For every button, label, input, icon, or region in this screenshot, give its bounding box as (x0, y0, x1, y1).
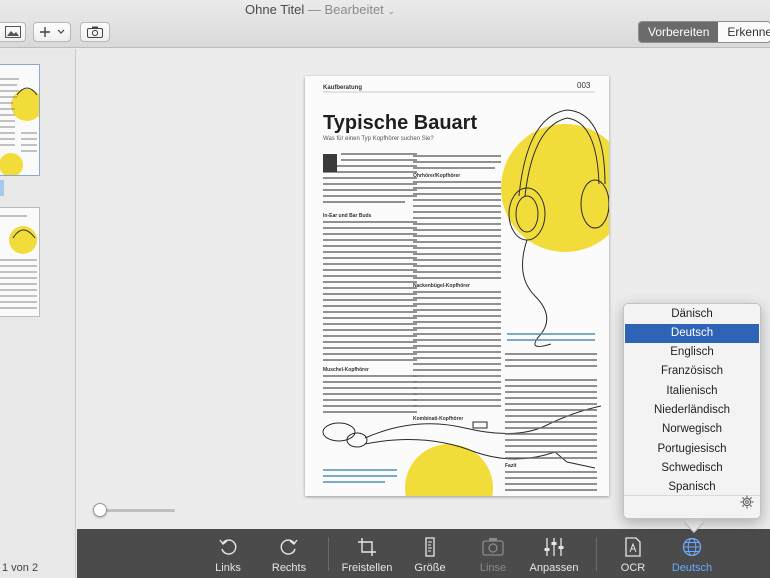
ocr-label: OCR (620, 562, 646, 574)
title-separator: — (304, 2, 325, 17)
zoom-slider-track[interactable] (95, 509, 175, 512)
bottom-toolbar: Links Rechts Freistellen Größe Linse Anp… (77, 529, 770, 578)
size-icon (425, 537, 435, 557)
image-button[interactable] (0, 22, 26, 42)
crop-label: Freistellen (341, 562, 393, 574)
page-kicker: Kaufberatung (323, 85, 362, 91)
crop-button[interactable]: Freistellen (337, 529, 397, 578)
language-option-deutsch[interactable]: Deutsch (625, 324, 759, 343)
thumbnail-preview (0, 208, 39, 316)
camera-lens-icon (482, 538, 504, 556)
language-option-norwegisch[interactable]: Norwegisch (625, 420, 759, 439)
size-label: Größe (414, 562, 446, 574)
mode-vorbereiten[interactable]: Vorbereiten (639, 22, 719, 42)
page-thumbnail-sidebar: 1 von 2 (0, 49, 76, 578)
section-heading: Fazit (505, 463, 517, 469)
language-settings-button[interactable] (740, 495, 754, 514)
size-button[interactable]: Größe (409, 529, 451, 578)
ocr-button[interactable]: OCR (615, 529, 651, 578)
language-option-daenisch[interactable]: Dänisch (625, 305, 759, 324)
window-title-state: Bearbeitet (324, 2, 384, 17)
scanned-page[interactable]: Kaufberatung 003 Typische Bauart Was für… (305, 76, 609, 496)
language-option-niederlaendisch[interactable]: Niederländisch (625, 401, 759, 420)
section-heading: Muschel-Kopfhörer (323, 367, 369, 373)
crop-icon (358, 538, 376, 556)
thumbnail-preview (0, 65, 39, 175)
window-title[interactable]: Ohne Titel — Bearbeitet ⌄ (0, 2, 640, 17)
page-count: 1 von 2 (2, 562, 39, 574)
section-heading: In-Ear und Bar Buds (323, 213, 372, 219)
language-option-portugiesisch[interactable]: Portugiesisch (625, 440, 759, 459)
sliders-icon (544, 538, 564, 556)
language-option-franzoesisch[interactable]: Französisch (625, 362, 759, 381)
section-heading: Nackenbügel-Kopfhörer (413, 283, 470, 289)
language-menu: Dänisch Deutsch Englisch Französisch Ita… (623, 303, 761, 519)
language-option-italienisch[interactable]: Italienisch (625, 382, 759, 401)
rotate-right-label: Rechts (271, 562, 307, 574)
lens-label: Linse (479, 562, 507, 574)
lens-button[interactable]: Linse (473, 529, 513, 578)
window-title-text: Ohne Titel (245, 2, 305, 17)
language-option-englisch[interactable]: Englisch (625, 343, 759, 362)
ocr-document-icon (625, 537, 641, 557)
zoom-slider-knob[interactable] (93, 503, 107, 517)
toolbar-divider (328, 537, 329, 571)
chevron-down-icon[interactable]: ⌄ (387, 6, 395, 16)
page-headline: Typische Bauart (323, 112, 477, 134)
mode-erkennen[interactable]: Erkennen (718, 22, 770, 42)
section-heading: Ohrhörer/Kopfhörer (413, 173, 460, 179)
toolbar-divider (596, 537, 597, 571)
adjust-button[interactable]: Anpassen (527, 529, 581, 578)
gear-icon (740, 495, 754, 509)
page-thumbnail-1[interactable] (0, 64, 40, 176)
globe-icon (682, 537, 702, 557)
rotate-left-button[interactable]: Links (207, 529, 249, 578)
scan-button[interactable] (80, 22, 110, 42)
section-heading: Kombinati-Kopfhörer (413, 416, 463, 422)
thumbnail-selection-indicator (0, 180, 4, 196)
scanned-page-artwork: Kaufberatung 003 Typische Bauart Was für… (305, 76, 609, 496)
rotate-right-icon (280, 539, 298, 555)
page-number: 003 (577, 81, 591, 90)
adjust-label: Anpassen (529, 562, 579, 574)
rotate-left-icon (219, 539, 237, 555)
page-subline: Was für einen Typ Kopfhörer suchen Sie? (323, 136, 434, 142)
page-thumbnail-2[interactable] (0, 207, 40, 317)
language-label: Deutsch (671, 562, 713, 574)
add-button[interactable] (33, 22, 71, 42)
rotate-right-button[interactable]: Rechts (267, 529, 311, 578)
language-option-schwedisch[interactable]: Schwedisch (625, 459, 759, 478)
image-icon (4, 26, 21, 38)
plus-icon (40, 27, 50, 37)
language-button[interactable]: Deutsch (669, 529, 715, 578)
rotate-left-label: Links (215, 562, 241, 574)
camera-icon (87, 26, 103, 38)
chevron-down-icon (57, 29, 65, 34)
title-bar: Ohne Titel — Bearbeitet ⌄ Vorbereiten Er… (0, 0, 770, 48)
mode-segmented-control: Vorbereiten Erkennen (638, 21, 770, 43)
